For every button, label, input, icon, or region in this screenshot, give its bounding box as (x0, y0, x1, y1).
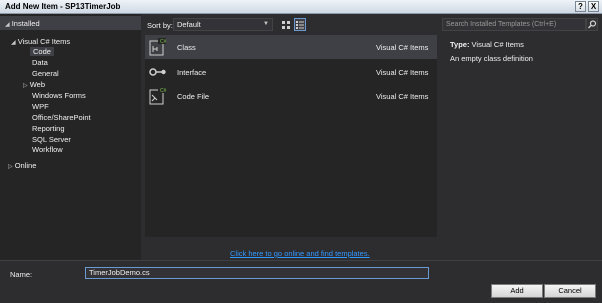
sort-value: Default (177, 20, 201, 29)
tree-item-data[interactable]: Data (32, 58, 48, 67)
sort-by-label: Sort by: (147, 21, 173, 30)
window-title: Add New Item - SP13TimerJob (5, 2, 121, 11)
template-list: C# Class Visual C# Items Interface Visua… (145, 35, 437, 237)
type-label: Type: (450, 40, 470, 49)
template-name: Code File (177, 92, 210, 101)
tree-item-web[interactable]: ▷ Web (23, 80, 45, 89)
title-bar: Add New Item - SP13TimerJob ? X (0, 0, 602, 14)
template-item-code-file[interactable]: C# Code File Visual C# Items (145, 84, 437, 108)
close-button[interactable]: X (588, 1, 599, 12)
chevron-down-icon: ▼ (263, 21, 269, 27)
type-row: Type: Visual C# Items (450, 40, 533, 49)
search-input[interactable]: Search Installed Templates (Ctrl+E) (442, 18, 586, 31)
type-value: Visual C# Items (471, 40, 524, 49)
svg-text:C#: C# (160, 88, 167, 94)
template-name: Interface (177, 68, 207, 77)
name-input[interactable]: TimerJobDemo.cs (85, 267, 429, 279)
cancel-button[interactable]: Cancel (544, 284, 596, 298)
search-icon (588, 20, 597, 29)
list-view-icon (296, 21, 304, 29)
tree-online[interactable]: ▷ Online (8, 161, 36, 170)
tree-installed[interactable]: ◢ Installed (5, 19, 40, 28)
expand-arrow-icon: ▷ (23, 83, 28, 89)
installed-label: Installed (11, 19, 40, 28)
template-item-interface[interactable]: Interface Visual C# Items (145, 60, 437, 84)
name-label: Name: (10, 270, 33, 279)
online-label: Online (14, 161, 37, 170)
template-language: Visual C# Items (376, 43, 429, 52)
sort-dropdown[interactable]: Default ▼ (173, 18, 273, 31)
add-button[interactable]: Add (491, 284, 543, 298)
tree-item-reporting[interactable]: Reporting (32, 124, 65, 133)
help-button[interactable]: ? (575, 1, 586, 12)
medium-icons-view-button[interactable] (280, 18, 292, 31)
search-button[interactable] (586, 18, 598, 31)
tree-item-sql-server[interactable]: SQL Server (32, 135, 71, 144)
expand-arrow-icon: ▷ (8, 164, 13, 170)
template-description: An empty class definition (450, 54, 533, 63)
small-icons-view-button[interactable] (294, 18, 306, 31)
svg-text:C#: C# (160, 39, 167, 45)
template-name: Class (177, 43, 196, 52)
online-templates-link[interactable]: Click here to go online and find templat… (230, 249, 370, 258)
tree-item-office-sharepoint[interactable]: Office/SharePoint (32, 113, 91, 122)
grid-view-icon (282, 21, 290, 29)
tree-item-general[interactable]: General (32, 69, 59, 78)
code-file-icon: C# (149, 87, 167, 105)
tree-item-workflow[interactable]: Workflow (32, 145, 63, 154)
class-icon: C# (149, 38, 167, 56)
template-item-class[interactable]: C# Class Visual C# Items (145, 35, 437, 59)
tree-visual-csharp[interactable]: ◢ Visual C# Items (11, 37, 70, 46)
web-label: Web (29, 80, 46, 89)
tree-item-wpf[interactable]: WPF (32, 102, 49, 111)
visual-csharp-label: Visual C# Items (17, 37, 71, 46)
tree-item-code[interactable]: Code (30, 47, 54, 56)
interface-icon (149, 68, 166, 76)
details-pane: Type: Visual C# Items An empty class def… (450, 40, 533, 63)
tree-item-windows-forms[interactable]: Windows Forms (32, 91, 86, 100)
collapse-arrow-icon: ◢ (11, 40, 16, 46)
collapse-arrow-icon: ◢ (5, 22, 10, 28)
template-language: Visual C# Items (376, 92, 429, 101)
template-language: Visual C# Items (376, 68, 429, 77)
